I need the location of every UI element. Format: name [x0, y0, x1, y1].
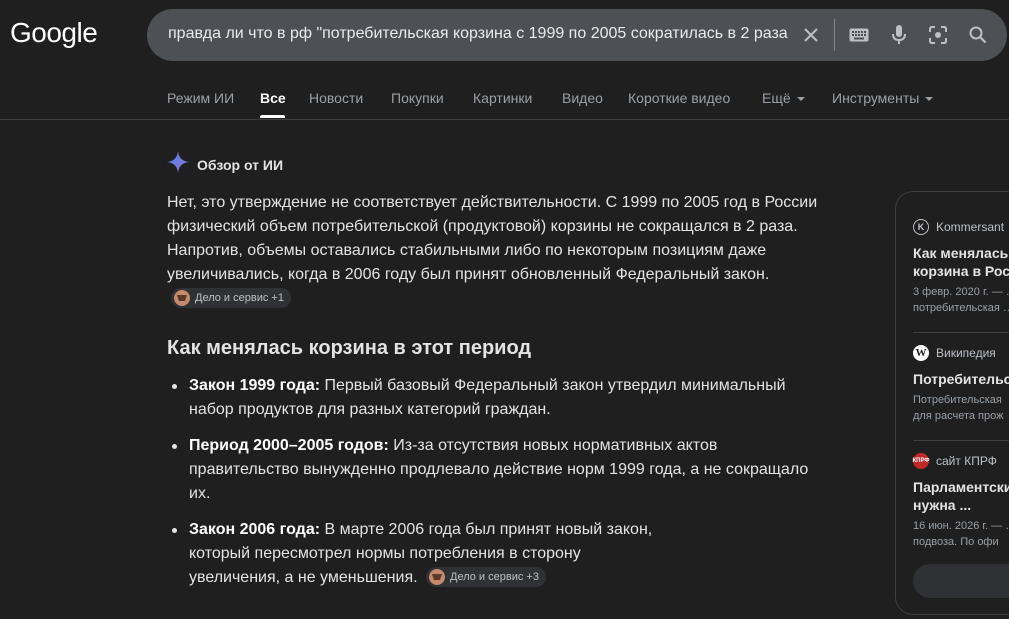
ai-overview-heading: Как менялась корзина в этот период	[167, 337, 532, 359]
search-divider	[834, 19, 835, 51]
chevron-down-icon	[925, 97, 934, 102]
search-box[interactable]: правда ли что в рф "потребительская корз…	[147, 9, 1007, 61]
close-icon[interactable]	[799, 23, 823, 47]
source-title[interactable]: Как менялась корзина в Росс	[913, 244, 1009, 280]
tab-tools-label: Инструменты	[832, 90, 920, 106]
source-site-name: Википедия	[936, 346, 996, 360]
ai-overview-text: Нет, это утверждение не соответствует де…	[167, 194, 818, 283]
tabs-divider	[0, 119, 1009, 120]
source-site: W Википедия	[913, 344, 1009, 362]
source-card-kprf[interactable]: КПРФ сайт КПРФ Парламентски нужна ... 16…	[912, 452, 1009, 550]
kprf-favicon-icon: КПРФ	[912, 453, 930, 469]
source-site: K Kommersant	[913, 218, 1009, 236]
source-chip[interactable]: Дело и сервис +1	[171, 288, 291, 308]
tab-news[interactable]: Новости	[309, 90, 363, 106]
tab-all[interactable]: Все	[260, 90, 286, 106]
google-logo[interactable]: Google	[10, 17, 98, 49]
list-item: Закон 1999 года: Первый базовый Федераль…	[167, 374, 827, 422]
tab-videos[interactable]: Видео	[562, 90, 603, 106]
tab-images[interactable]: Картинки	[473, 90, 532, 106]
tab-short-videos[interactable]: Короткие видео	[628, 90, 730, 106]
source-site-name: сайт КПРФ	[936, 454, 997, 468]
ai-overview-list: Закон 1999 года: Первый базовый Федераль…	[167, 374, 827, 602]
search-input[interactable]: правда ли что в рф "потребительская корз…	[168, 25, 788, 43]
source-title[interactable]: Парламентски нужна ...	[913, 478, 1009, 514]
tab-shopping[interactable]: Покупки	[391, 90, 444, 106]
lens-icon[interactable]	[926, 23, 950, 47]
source-divider	[913, 332, 1009, 333]
source-site-name: Kommersant	[936, 220, 1005, 234]
tab-ai-mode[interactable]: Режим ИИ	[167, 90, 234, 106]
search-results-page: Google правда ли что в рф "потребительск…	[0, 0, 1009, 619]
basket-icon	[429, 569, 446, 585]
sources-panel: K Kommersant Как менялась корзина в Росс…	[895, 191, 1009, 615]
ai-overview-paragraph: Нет, это утверждение не соответствует де…	[167, 191, 827, 311]
source-card-wikipedia[interactable]: W Википедия Потребительс Потребительская…	[913, 344, 1009, 424]
search-icon[interactable]	[966, 23, 990, 47]
source-snippet: 3 февр. 2020 г. — … потребительская …	[913, 286, 1009, 314]
chevron-down-icon	[796, 97, 805, 102]
source-chip-label: Дело и сервис +3	[450, 571, 539, 583]
source-divider	[913, 440, 1009, 441]
source-chip-label: Дело и сервис +1	[195, 292, 284, 304]
list-item-title: Закон 1999 года:	[189, 377, 321, 394]
active-tab-indicator	[260, 115, 285, 118]
wikipedia-favicon-icon: W	[913, 345, 929, 361]
basket-icon	[174, 290, 190, 306]
microphone-icon[interactable]	[887, 23, 911, 47]
ai-overview-header: Обзор от ИИ	[167, 151, 283, 178]
tab-more[interactable]: Ещё	[762, 90, 805, 106]
source-site: КПРФ сайт КПРФ	[912, 452, 1009, 470]
source-card-kommersant[interactable]: K Kommersant Как менялась корзина в Росс…	[913, 218, 1009, 316]
source-snippet: Потребительская для расчета прож	[913, 394, 1004, 422]
ai-overview-label: Обзор от ИИ	[197, 156, 284, 173]
show-all-sources-button[interactable]	[913, 564, 1009, 598]
search-tabs: Режим ИИ Все Новости Покупки Картинки Ви…	[0, 80, 1009, 120]
list-item: Закон 2006 года: В марте 2006 года был п…	[167, 518, 827, 590]
list-item-title: Закон 2006 года:	[189, 521, 321, 538]
source-title[interactable]: Потребительс	[913, 370, 1009, 388]
tab-tools[interactable]: Инструменты	[832, 90, 934, 106]
tab-more-label: Ещё	[762, 90, 791, 106]
kommersant-favicon-icon: K	[913, 219, 929, 235]
source-snippet: 16 июн. 2026 г. — … подвоза. По офи	[913, 520, 1009, 548]
list-item: Период 2000–2005 годов: Из-за отсутствия…	[167, 434, 827, 506]
keyboard-icon[interactable]	[847, 23, 871, 47]
source-chip[interactable]: Дело и сервис +3	[426, 567, 546, 587]
sparkle-icon	[167, 151, 189, 178]
list-item-title: Период 2000–2005 годов:	[189, 437, 389, 454]
